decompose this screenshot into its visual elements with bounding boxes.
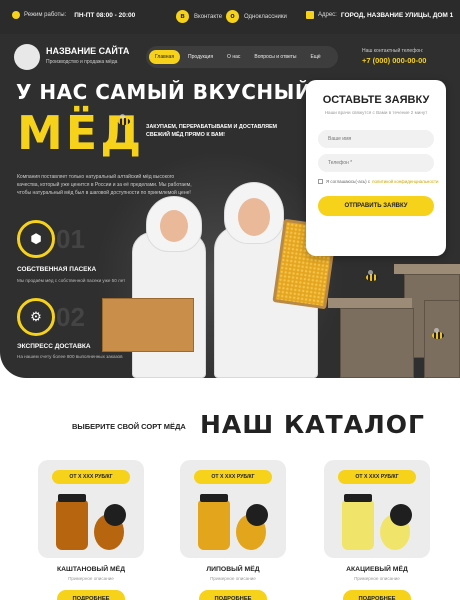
nav-item-about[interactable]: О нас xyxy=(221,50,246,64)
price-badge: ОТ X XXX РУБ/КГ xyxy=(194,470,272,484)
product-desc: Примерное описание xyxy=(210,576,256,581)
feature-text: На нашем счету более 800 выполненных зак… xyxy=(17,354,123,359)
hours-value: ПН-ПТ 08:00 - 20:00 xyxy=(74,11,136,19)
form-title: ОСТАВЬТЕ ЗАЯВКУ xyxy=(322,94,430,106)
feature-title: СОБСТВЕННАЯ ПАСЕКА xyxy=(17,266,97,273)
jar-lid xyxy=(246,504,268,526)
product-name: ЛИПОВЫЙ МЁД xyxy=(206,566,260,573)
lead-form: ОСТАВЬТЕ ЗАЯВКУ Наши врачи свяжутся с Ва… xyxy=(306,80,446,256)
nav-item-faq[interactable]: Вопросы и ответы xyxy=(248,50,302,64)
nav-item-more[interactable]: Ещё xyxy=(304,50,326,64)
consent-text: Я соглашаюсь(-ась) с xyxy=(326,179,371,184)
landing-page: Режим работы: ПН-ПТ 08:00 - 20:00 в Вкон… xyxy=(0,0,460,600)
price-badge: ОТ X XXX РУБ/КГ xyxy=(338,470,416,484)
address-value: ГОРОД, НАЗВАНИЕ УЛИЦЫ, ДОМ 1 xyxy=(340,11,454,19)
product-card[interactable]: ОТ X XXX РУБ/КГ АКАЦИЕВЫЙ МЁД Примерное … xyxy=(324,460,430,600)
phone-input[interactable] xyxy=(318,154,434,172)
details-button[interactable]: ПОДРОБНЕЕ xyxy=(343,590,411,600)
details-button[interactable]: ПОДРОБНЕЕ xyxy=(57,590,125,600)
bee-icon xyxy=(118,114,130,125)
submit-button[interactable]: ОТПРАВИТЬ ЗАЯВКУ xyxy=(318,196,434,216)
product-desc: Примерное описание xyxy=(68,576,114,581)
clock-icon xyxy=(12,11,20,19)
hero-honey-word: МЁД xyxy=(17,106,145,160)
feature-number: 02 xyxy=(56,302,85,332)
delivery-icon: ⚙ xyxy=(17,298,55,336)
nav-item-home[interactable]: Главная xyxy=(149,50,181,64)
main-nav: Главная Продукция О нас Вопросы и ответы… xyxy=(146,46,338,68)
vk-icon: в xyxy=(176,10,189,23)
vk-label: Вконтакте xyxy=(194,13,223,20)
address: Адрес: ГОРОД, НАЗВАНИЕ УЛИЦЫ, ДОМ 1 xyxy=(306,11,453,19)
product-card[interactable]: ОТ X XXX РУБ/КГ ЛИПОВЫЙ МЁД Примерное оп… xyxy=(180,460,286,600)
building-icon xyxy=(306,11,314,19)
product-name: АКАЦИЕВЫЙ МЁД xyxy=(346,566,408,573)
jar-lid xyxy=(58,494,86,502)
work-hours: Режим работы: ПН-ПТ 08:00 - 20:00 xyxy=(12,11,135,19)
hero-title: У НАС САМЫЙ ВКУСНЫЙ xyxy=(16,80,313,104)
ok-label: Одноклассники xyxy=(244,13,287,20)
honey-jar xyxy=(198,500,230,550)
hero-description: Компания поставляет только натуральный а… xyxy=(17,174,192,196)
price-badge: ОТ X XXX РУБ/КГ xyxy=(52,470,130,484)
product-card[interactable]: ОТ X XXX РУБ/КГ КАШТАНОВЫЙ МЁД Примерное… xyxy=(38,460,144,600)
consent-checkbox[interactable] xyxy=(318,179,323,184)
details-button[interactable]: ПОДРОБНЕЕ xyxy=(199,590,267,600)
social-ok[interactable]: о Одноклассники xyxy=(226,10,287,23)
feature-title: ЭКСПРЕСС ДОСТАВКА xyxy=(17,343,91,350)
form-subtitle: Наши врачи свяжутся с Вами в течение 2 м… xyxy=(324,110,428,115)
top-bar: Режим работы: ПН-ПТ 08:00 - 20:00 в Вкон… xyxy=(0,0,460,34)
site-name[interactable]: НАЗВАНИЕ САЙТА xyxy=(46,46,129,56)
jar-lid xyxy=(390,504,412,526)
logo[interactable] xyxy=(14,44,40,70)
ok-icon: о xyxy=(226,10,239,23)
catalog-title: НАШ КАТАЛОГ xyxy=(200,410,425,439)
hive-box xyxy=(102,298,194,352)
privacy-link[interactable]: политикой конфиденциальности xyxy=(372,179,438,184)
jar-lid xyxy=(200,494,228,502)
product-desc: Примерное описание xyxy=(354,576,400,581)
jar-lid xyxy=(344,494,372,502)
feature-text: Мы продаём мёд с собственной пасеки уже … xyxy=(17,278,126,283)
phone-number[interactable]: +7 (000) 000-00-00 xyxy=(362,56,426,65)
product-name: КАШТАНОВЫЙ МЁД xyxy=(56,566,126,573)
phone-label: Наш контактный телефон: xyxy=(362,48,424,54)
honey-jar xyxy=(342,500,374,550)
site-subtitle: Производство и продажа мёда xyxy=(46,59,118,65)
honey-jar xyxy=(56,500,88,550)
nav-item-products[interactable]: Продукция xyxy=(182,50,219,64)
jar-lid xyxy=(104,504,126,526)
catalog-subtitle: выберите свой сорт мёда xyxy=(72,422,186,431)
hero-tagline: ЗАКУПАЕМ, ПЕРЕРАБАТЫВАЕМ И ДОСТАВЛЯЕМ СВ… xyxy=(146,124,278,138)
name-input[interactable] xyxy=(318,130,434,148)
address-label: Адрес: xyxy=(318,12,337,18)
honeycomb-icon: ⬢ xyxy=(17,220,55,258)
consent-row: Я соглашаюсь(-ась) с политикой конфиденц… xyxy=(318,179,438,184)
hours-label: Режим работы: xyxy=(24,12,67,18)
feature-number: 01 xyxy=(56,224,85,254)
social-vk[interactable]: в Вконтакте xyxy=(176,10,222,23)
